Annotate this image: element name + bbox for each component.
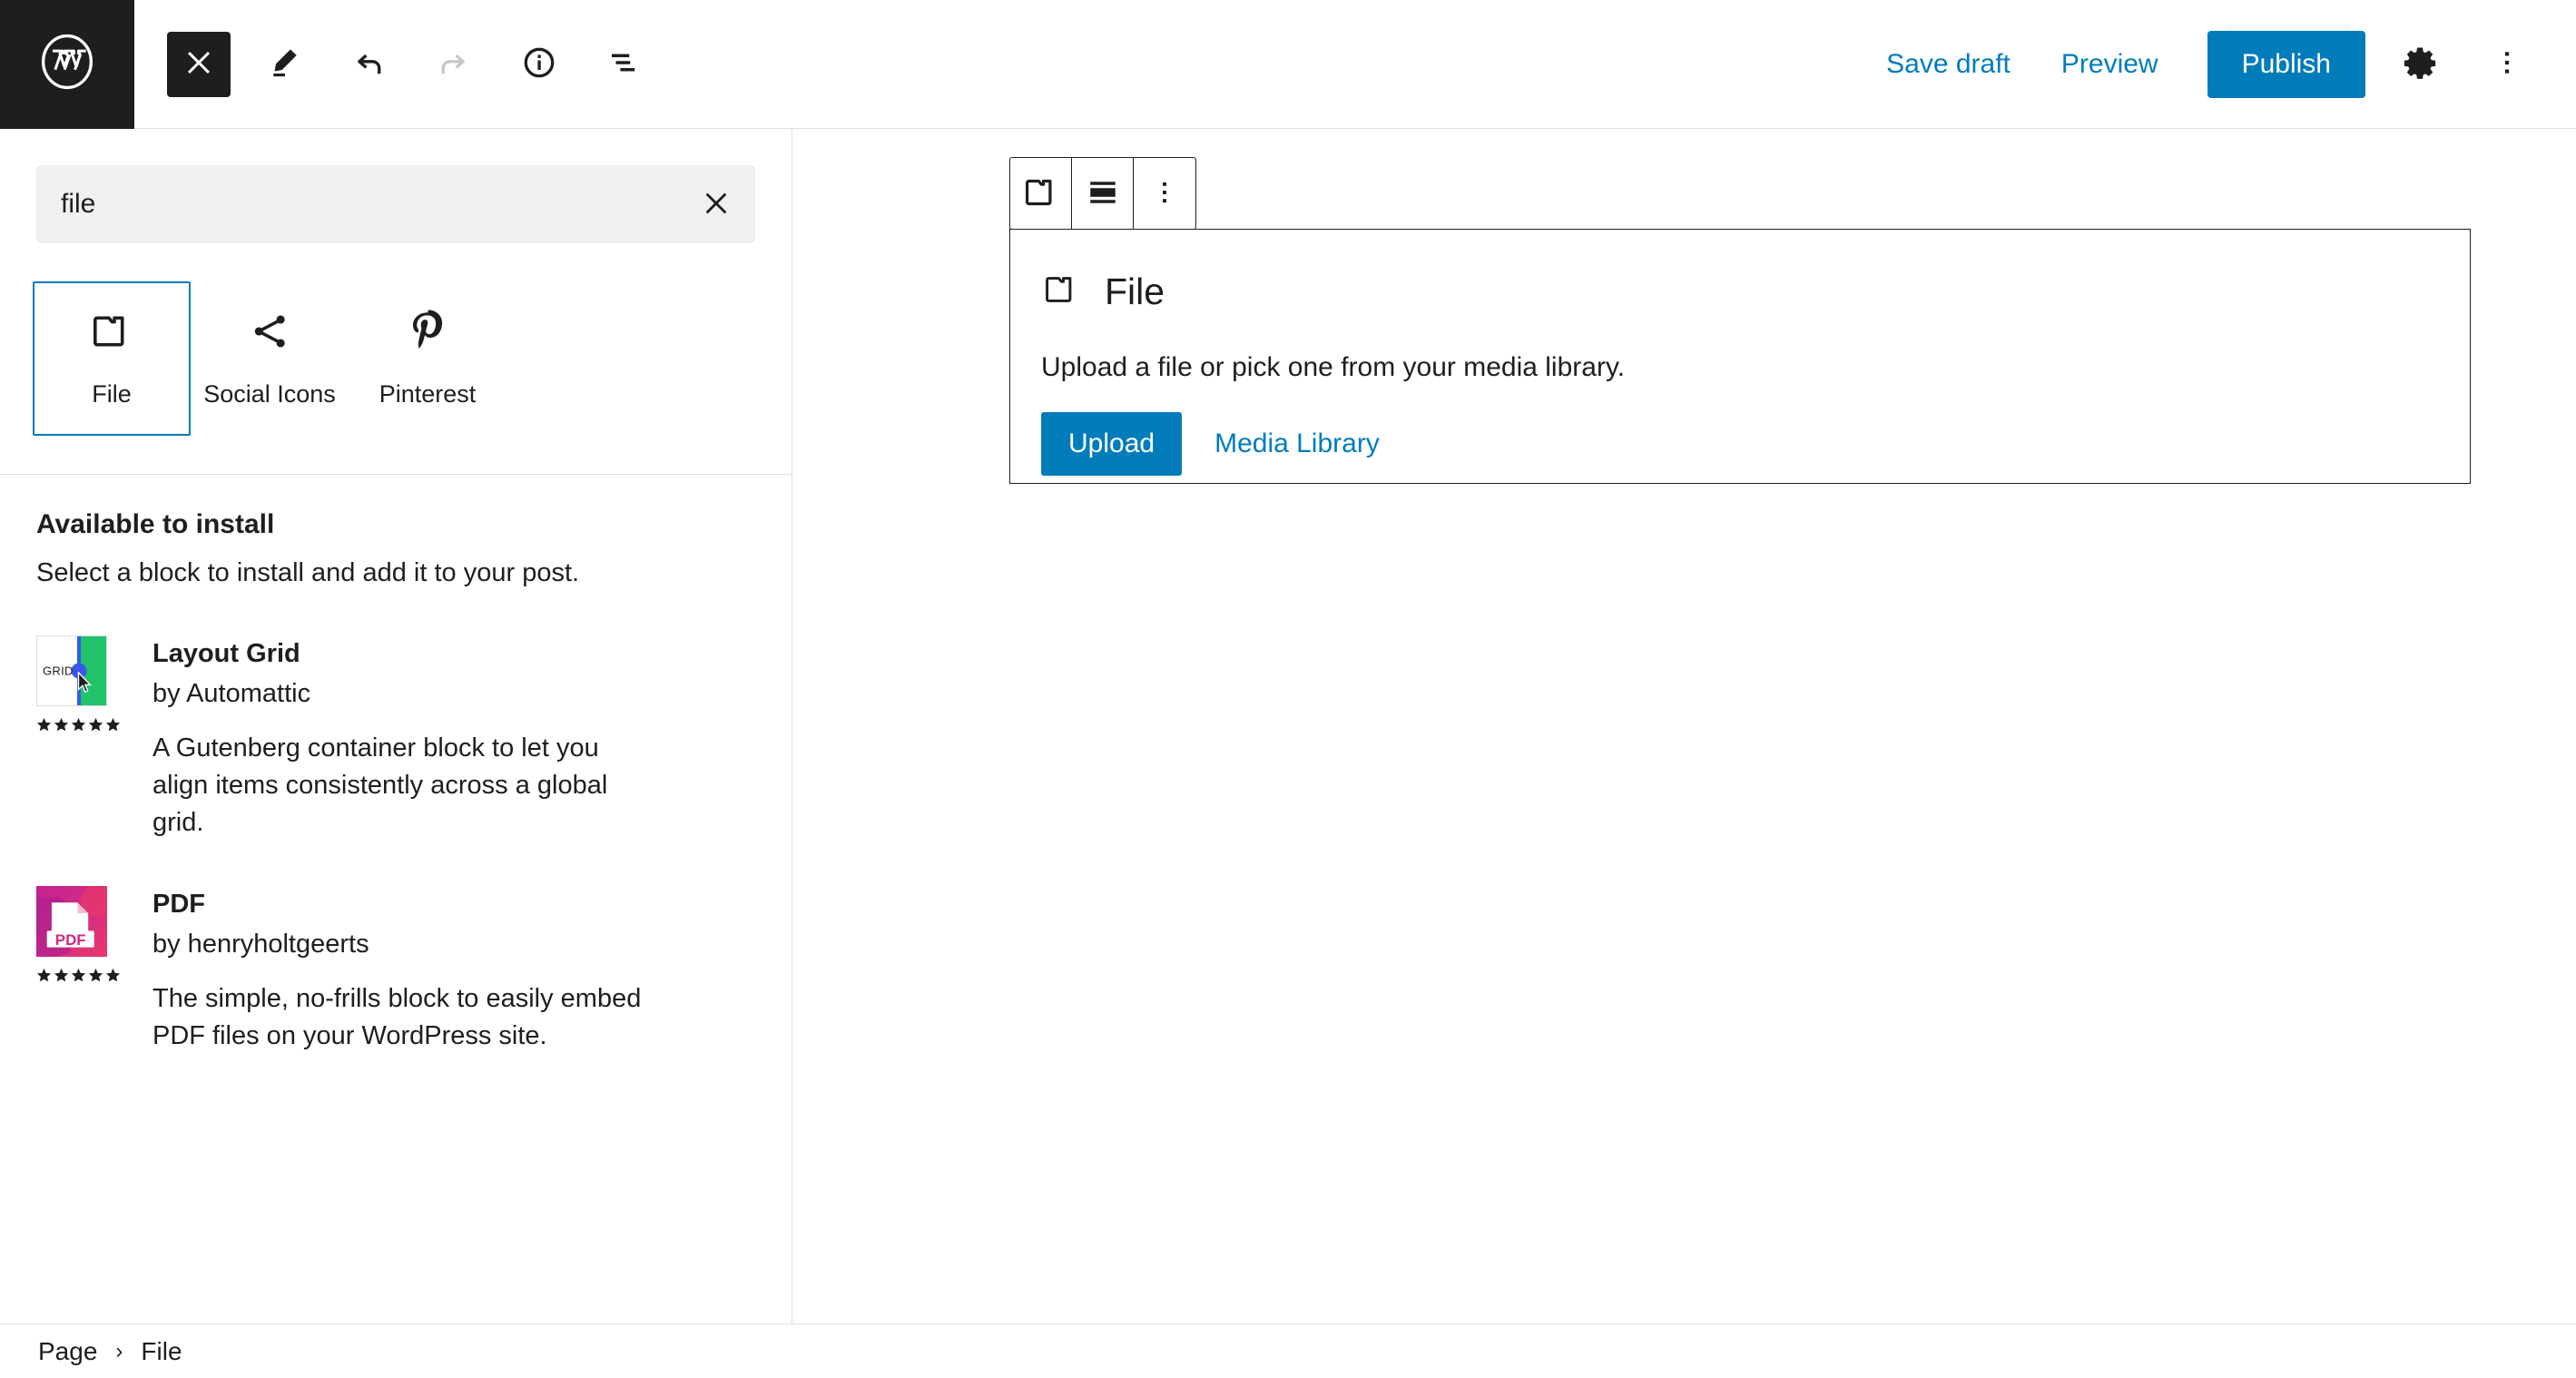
plugin-media: GRID [36, 635, 125, 842]
media-library-button[interactable]: Media Library [1205, 412, 1389, 476]
install-section-title: Available to install [36, 506, 755, 544]
settings-button[interactable] [2387, 32, 2453, 97]
file-block-placeholder[interactable]: File Upload a file or pick one from your… [1009, 229, 2471, 484]
align-center-icon [1083, 172, 1123, 215]
gear-icon [2401, 44, 2439, 84]
plugin-info: Layout Grid by Automattic A Gutenberg co… [152, 635, 755, 842]
plugin-info: PDF by henryholtgeerts The simple, no-fr… [152, 886, 755, 1056]
folder-icon [88, 308, 135, 358]
block-item-label: File [92, 379, 132, 408]
block-inserter-sidebar: File Social Icons Pinterest [0, 129, 792, 1324]
edit-mode-button[interactable] [251, 32, 316, 97]
plugin-item-pdf[interactable]: PDF PDF by henryholtgeerts The simple, n… [36, 886, 755, 1056]
block-item-label: Social Icons [203, 379, 336, 408]
plugin-name: Layout Grid [152, 637, 755, 670]
redo-arrow-icon [435, 44, 473, 84]
align-button[interactable] [1072, 158, 1134, 229]
publish-button[interactable]: Publish [2207, 31, 2365, 98]
layout-grid-icon: GRID [36, 635, 107, 706]
plugin-name: PDF [152, 888, 755, 920]
install-section-subtitle: Select a block to install and add it to … [36, 555, 755, 592]
plugin-author: by henryholtgeerts [152, 928, 755, 960]
plugin-rating-stars [36, 717, 121, 733]
info-circle-icon [520, 44, 558, 84]
file-block-header: File [1041, 270, 2439, 314]
search-section [0, 129, 791, 243]
pencil-icon [265, 44, 301, 84]
block-results-grid: File Social Icons Pinterest [0, 243, 791, 436]
block-item-social-icons[interactable]: Social Icons [191, 281, 349, 436]
breadcrumb-item-file[interactable]: File [130, 1332, 192, 1372]
star-icon [105, 717, 121, 733]
vertical-ellipsis-icon [2491, 46, 2523, 82]
file-block-actions: Upload Media Library [1041, 412, 2439, 476]
search-input[interactable] [37, 166, 754, 242]
folder-icon [1041, 270, 1081, 314]
block-type-button[interactable] [1010, 158, 1072, 229]
editor-actions-group: Save draft Preview Publish [1861, 31, 2576, 98]
list-view-icon [605, 44, 644, 84]
block-toolbar [1009, 157, 1196, 230]
search-clear-button[interactable] [691, 179, 742, 230]
preview-button[interactable]: Preview [2036, 33, 2184, 96]
star-icon [54, 968, 69, 983]
details-button[interactable] [506, 32, 572, 97]
file-block-description: Upload a file or pick one from your medi… [1041, 352, 2439, 383]
cursor-arrow-icon [76, 672, 94, 698]
pinterest-icon [404, 308, 451, 358]
editor-canvas: File Upload a file or pick one from your… [793, 129, 2576, 1324]
plugin-rating-stars [36, 968, 121, 983]
vertical-ellipsis-icon [1148, 176, 1181, 212]
plugin-description: A Gutenberg container block to let you a… [152, 730, 647, 842]
close-x-icon [183, 47, 214, 81]
plugin-item-layout-grid[interactable]: GRID Layout Grid by Automattic A Gutenbe… [36, 635, 755, 842]
svg-text:PDF: PDF [55, 931, 86, 949]
plugin-description: The simple, no-frills block to easily em… [152, 980, 647, 1055]
more-options-button[interactable] [2474, 32, 2540, 97]
undo-button[interactable] [336, 32, 401, 97]
close-x-icon [701, 188, 732, 221]
block-item-pinterest[interactable]: Pinterest [349, 281, 506, 436]
star-icon [105, 968, 121, 983]
close-editor-button[interactable] [167, 32, 231, 97]
star-icon [54, 717, 69, 733]
block-options-button[interactable] [1134, 158, 1195, 229]
star-icon [36, 968, 52, 983]
upload-button[interactable]: Upload [1041, 412, 1182, 476]
editor-top-bar: Save draft Preview Publish [0, 0, 2576, 129]
star-icon [88, 968, 103, 983]
available-to-install-section: Available to install Select a block to i… [0, 475, 791, 1055]
block-item-file[interactable]: File [33, 281, 191, 436]
wordpress-logo-button[interactable] [0, 0, 134, 129]
breadcrumb-separator-icon: › [108, 1339, 130, 1364]
pdf-icon: PDF [36, 886, 107, 957]
folder-icon [1021, 172, 1061, 215]
undo-arrow-icon [349, 44, 388, 84]
breadcrumb-bar: Page › File [0, 1324, 2576, 1378]
search-box [36, 165, 755, 243]
wordpress-logo-icon [39, 34, 95, 94]
plugin-author: by Automattic [152, 677, 755, 710]
star-icon [88, 717, 103, 733]
share-icon [246, 308, 293, 358]
layout-grid-icon-label: GRID [43, 664, 74, 677]
editor-tools-group [134, 32, 657, 97]
star-icon [71, 717, 86, 733]
block-item-label: Pinterest [379, 379, 477, 408]
breadcrumb-item-page[interactable]: Page [27, 1332, 108, 1372]
plugin-media: PDF [36, 886, 125, 1056]
redo-button[interactable] [421, 32, 487, 97]
file-block-title: File [1105, 273, 1165, 310]
list-view-button[interactable] [592, 32, 657, 97]
save-draft-button[interactable]: Save draft [1861, 33, 2036, 96]
star-icon [36, 717, 52, 733]
star-icon [71, 968, 86, 983]
